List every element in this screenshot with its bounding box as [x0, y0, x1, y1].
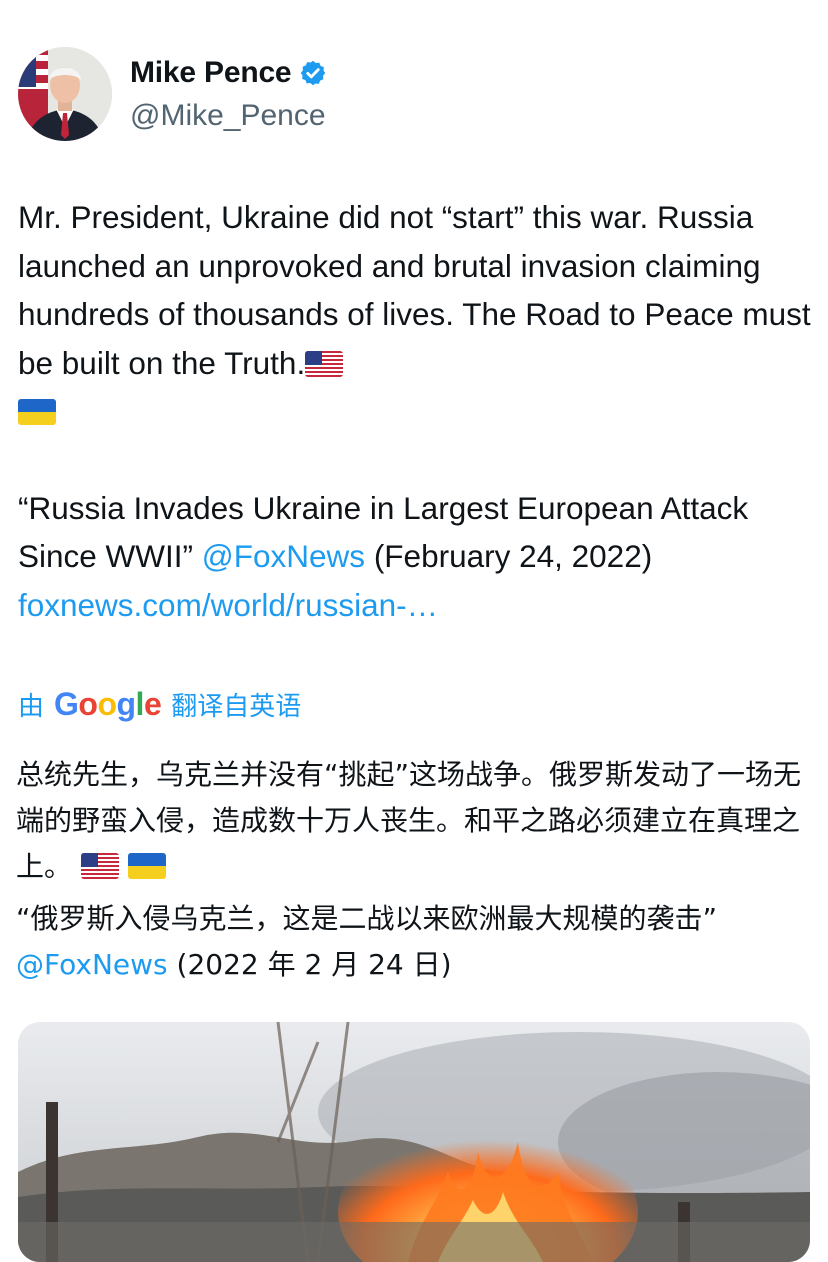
verified-badge-icon [299, 59, 327, 87]
display-name[interactable]: Mike Pence [130, 56, 292, 90]
translated-date: (2022 年 2 月 24 日) [176, 948, 452, 981]
translated-mention-link[interactable]: @FoxNews [16, 948, 168, 981]
mention-link[interactable]: @FoxNews [202, 538, 365, 574]
translated-main-paragraph: 总统先生，乌克兰并没有“挑起”这场战争。俄罗斯发动了一场无端的野蛮入侵，造成数十… [16, 752, 816, 890]
translated-quote-headline: “俄罗斯入侵乌克兰，这是二战以来欧洲最大规模的袭击” [16, 902, 718, 935]
translated-body: 总统先生，乌克兰并没有“挑起”这场战争。俄罗斯发动了一场无端的野蛮入侵，造成数十… [16, 752, 816, 988]
us-flag-icon [305, 350, 344, 377]
article-url-link[interactable]: foxnews.com/world/russian-… [18, 587, 438, 623]
ukraine-flag-icon [127, 853, 166, 879]
ukraine-flag-icon [18, 399, 56, 425]
translation-suffix: 翻译自英语 [171, 690, 302, 721]
translation-prefix: 由 [18, 690, 45, 721]
tweet-header: Mike Pence @Mike_Pence [18, 46, 327, 142]
name-row: Mike Pence [130, 51, 327, 95]
quote-date: (February 24, 2022) [373, 538, 653, 574]
translation-attribution[interactable]: 由 Google 翻译自英语 [18, 684, 301, 724]
tweet-main-paragraph: Mr. President, Ukraine did not “start” t… [18, 193, 818, 436]
quote-paragraph: “Russia Invades Ukraine in Largest Europ… [18, 484, 818, 630]
tweet-body: Mr. President, Ukraine did not “start” t… [18, 193, 818, 629]
translated-quote-paragraph: “俄罗斯入侵乌克兰，这是二战以来欧洲最大规模的袭击” @FoxNews (202… [16, 896, 816, 988]
us-flag-icon [80, 853, 119, 879]
tweet-media-photo[interactable] [18, 1022, 810, 1262]
google-logo: Google [54, 685, 162, 722]
tweet-main-text: Mr. President, Ukraine did not “start” t… [18, 199, 811, 381]
avatar[interactable] [18, 47, 112, 141]
author-names: Mike Pence @Mike_Pence [130, 51, 327, 137]
author-handle[interactable]: @Mike_Pence [130, 95, 327, 137]
